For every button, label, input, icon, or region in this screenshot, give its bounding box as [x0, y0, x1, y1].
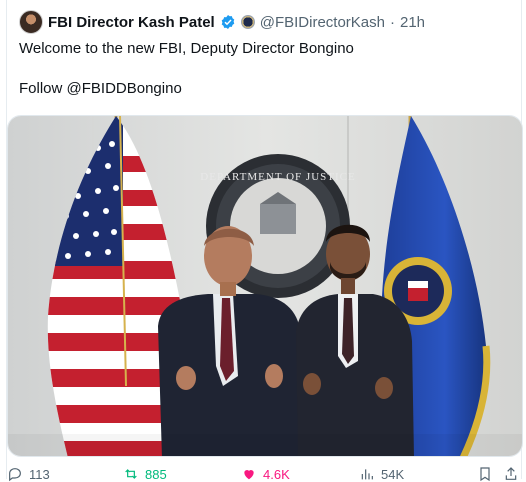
share-button[interactable]	[503, 466, 519, 482]
display-name[interactable]: FBI Director Kash Patel	[48, 14, 215, 31]
handle[interactable]: @FBIDirectorKash	[260, 14, 385, 31]
verified-badge-icon[interactable]	[220, 14, 236, 30]
post-text: Welcome to the new FBI, Deputy Director …	[19, 39, 509, 99]
photo-illustration: DEPARTMENT OF JUSTICE	[8, 116, 522, 456]
like-count: 4.6K	[263, 466, 290, 482]
separator: ·	[389, 13, 395, 31]
like-button[interactable]: 4.6K	[241, 466, 290, 482]
post-header: FBI Director Kash Patel @FBIDirectorKash…	[19, 9, 425, 35]
avatar[interactable]	[19, 10, 43, 34]
seal-text: DEPARTMENT OF JUSTICE	[200, 171, 355, 183]
bookmark-button[interactable]	[477, 466, 493, 482]
like-icon	[244, 470, 254, 480]
repost-count: 885	[145, 466, 167, 482]
views-count: 54K	[381, 466, 405, 482]
reply-button[interactable]: 113	[7, 466, 50, 482]
post-photo[interactable]: DEPARTMENT OF JUSTICE	[7, 115, 523, 457]
bookmark-icon	[480, 467, 490, 482]
government-badge-icon	[240, 15, 255, 29]
reply-count: 113	[29, 466, 50, 482]
repost-icon	[125, 469, 137, 479]
post-text-line-2[interactable]: Follow @FBIDDBongino	[19, 79, 509, 99]
timestamp[interactable]: 21h	[400, 14, 425, 31]
action-bar: 113 885 4.6K 54K	[7, 462, 523, 482]
post-card[interactable]: FBI Director Kash Patel @FBIDirectorKash…	[6, 0, 523, 482]
post-text-line-1: Welcome to the new FBI, Deputy Director …	[19, 40, 354, 57]
views-button[interactable]: 54K	[359, 466, 404, 482]
views-icon	[361, 469, 373, 480]
reply-icon	[9, 468, 21, 482]
share-icon	[505, 467, 517, 480]
repost-button[interactable]: 885	[123, 466, 167, 482]
